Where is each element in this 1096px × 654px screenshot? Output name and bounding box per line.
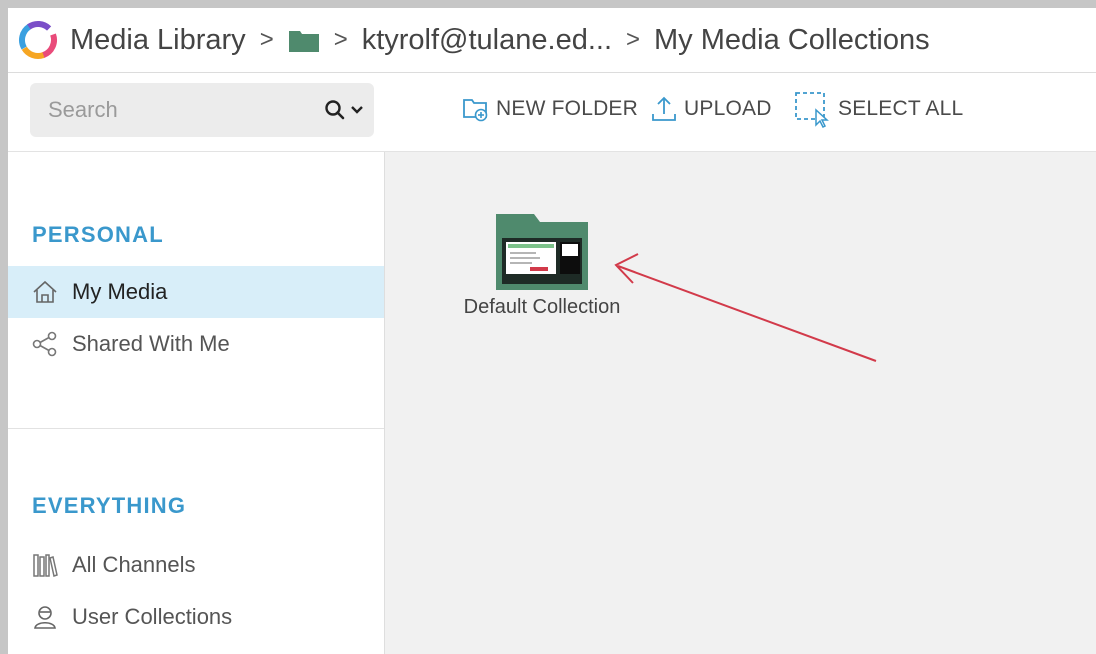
sidebar-item-label: My Media	[72, 279, 168, 304]
breadcrumb-media-library[interactable]: Media Library	[70, 24, 246, 57]
breadcrumb-separator: >	[626, 26, 641, 53]
collection-default[interactable]: Default Collection	[457, 212, 627, 319]
main-content: Default Collection	[385, 152, 1096, 654]
folder-icon[interactable]	[288, 27, 320, 53]
upload-label: UPLOAD	[684, 97, 772, 120]
sidebar-item-label: All Channels	[72, 552, 196, 577]
new-folder-icon	[463, 99, 488, 122]
user-icon	[30, 602, 60, 632]
toolbar: NEW FOLDER UPLOAD SELECT ALL	[8, 73, 1096, 152]
sidebar-item-label: Shared With Me	[72, 331, 230, 356]
breadcrumb-separator: >	[259, 26, 274, 53]
select-all-icon	[795, 92, 829, 128]
channels-icon	[30, 550, 60, 580]
upload-button[interactable]: UPLOAD	[650, 87, 772, 131]
sidebar-item-label: User Collections	[72, 604, 233, 629]
collection-folder-icon	[496, 214, 588, 290]
search-button[interactable]	[314, 95, 364, 125]
sidebar: PERSONAL My Media Shared With Me EVERYTH…	[8, 152, 385, 654]
section-title-personal: PERSONAL	[32, 222, 164, 247]
upload-icon	[652, 96, 676, 121]
sidebar-item-user-collections[interactable]: User Collections	[8, 591, 384, 643]
search-box	[30, 83, 374, 137]
select-all-button[interactable]: SELECT ALL	[794, 87, 963, 131]
chevron-down-icon	[351, 106, 363, 114]
sidebar-divider	[8, 428, 384, 429]
sidebar-item-my-media[interactable]: My Media	[8, 266, 384, 318]
app-logo-icon[interactable]	[16, 18, 60, 62]
search-input[interactable]	[30, 83, 318, 137]
sidebar-item-shared-with-me[interactable]: Shared With Me	[8, 318, 384, 370]
app-window: Media Library > > ktyrolf@tulane.ed... >…	[8, 8, 1096, 654]
new-folder-label: NEW FOLDER	[496, 97, 639, 120]
breadcrumb-bar: Media Library > > ktyrolf@tulane.ed... >…	[8, 8, 1096, 73]
select-all-label: SELECT ALL	[838, 97, 964, 120]
new-folder-button[interactable]: NEW FOLDER	[462, 87, 638, 131]
share-icon	[30, 329, 60, 359]
sidebar-item-all-channels[interactable]: All Channels	[8, 539, 384, 591]
breadcrumb-user[interactable]: ktyrolf@tulane.ed...	[362, 24, 612, 57]
breadcrumb-separator: >	[333, 26, 348, 53]
breadcrumb-current: My Media Collections	[654, 23, 930, 56]
home-icon	[30, 277, 60, 307]
section-title-everything: EVERYTHING	[32, 493, 187, 518]
search-icon	[325, 100, 345, 120]
collection-label: Default Collection	[463, 296, 621, 318]
